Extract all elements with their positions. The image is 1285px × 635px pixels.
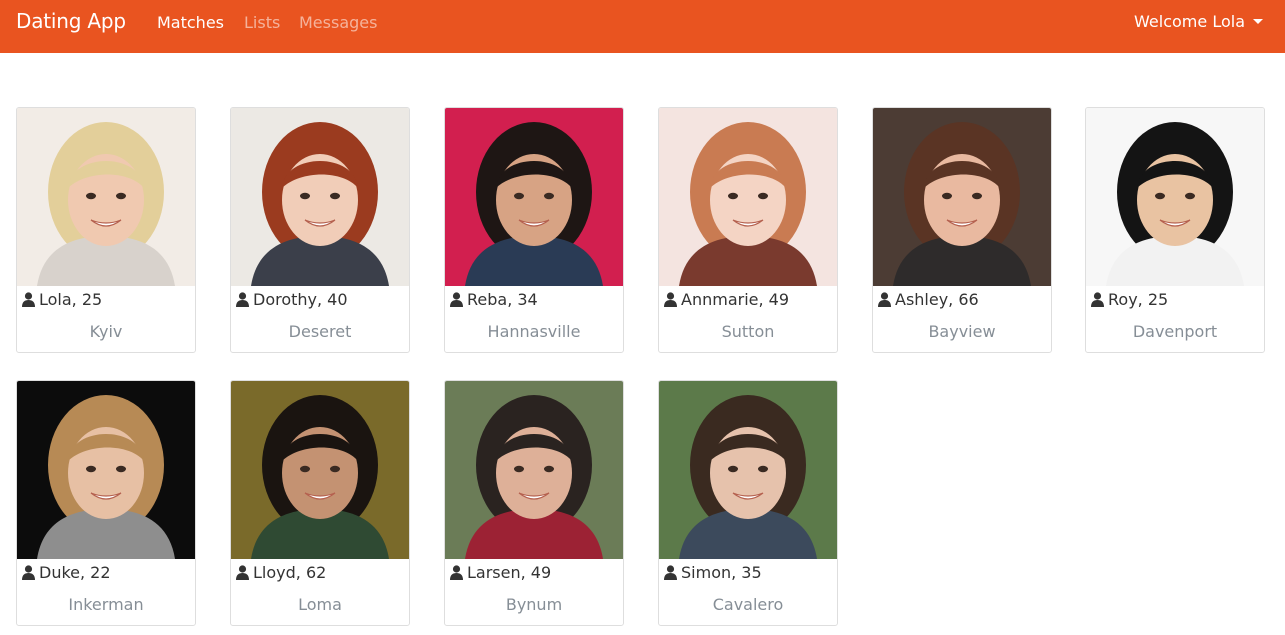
match-name-age: Ashley, 66 <box>878 290 979 309</box>
match-card[interactable]: Dorothy, 40 Deseret <box>230 107 410 353</box>
top-navbar: Dating App Matches Lists Messages Welcom… <box>0 0 1285 53</box>
match-card[interactable]: Reba, 34 Hannasville <box>444 107 624 353</box>
match-card[interactable]: Lola, 25 Kyiv <box>16 107 196 353</box>
match-name-age: Lloyd, 62 <box>236 563 326 582</box>
profile-photo[interactable] <box>231 108 409 286</box>
match-city: Deseret <box>288 322 352 341</box>
user-icon <box>664 292 677 307</box>
match-name-age: Dorothy, 40 <box>236 290 348 309</box>
user-icon <box>236 565 249 580</box>
nav-link-matches[interactable]: Matches <box>157 13 224 32</box>
match-name-age-text: Reba, 34 <box>467 290 538 309</box>
user-icon <box>878 292 891 307</box>
match-name-age: Duke, 22 <box>22 563 111 582</box>
user-icon <box>236 292 249 307</box>
match-card[interactable]: Roy, 25 Davenport <box>1085 107 1265 353</box>
profile-photo[interactable] <box>659 108 837 286</box>
match-card[interactable]: Larsen, 49 Bynum <box>444 380 624 626</box>
match-city: Kyiv <box>89 322 123 341</box>
match-card[interactable]: Duke, 22 Inkerman <box>16 380 196 626</box>
match-name-age: Annmarie, 49 <box>664 290 789 309</box>
user-menu-label: Welcome Lola <box>1134 12 1245 31</box>
profile-photo[interactable] <box>873 108 1051 286</box>
match-city: Bynum <box>505 595 563 614</box>
brand-link[interactable]: Dating App <box>16 9 126 33</box>
profile-photo[interactable] <box>445 108 623 286</box>
profile-photo[interactable] <box>1086 108 1264 286</box>
match-name-age-text: Roy, 25 <box>1108 290 1169 309</box>
user-icon <box>22 565 35 580</box>
match-city: Bayview <box>928 322 996 341</box>
match-card[interactable]: Annmarie, 49 Sutton <box>658 107 838 353</box>
match-name-age-text: Lloyd, 62 <box>253 563 327 582</box>
match-name-age-text: Ashley, 66 <box>895 290 979 309</box>
match-city: Inkerman <box>68 595 144 614</box>
user-icon <box>450 292 463 307</box>
nav-link-messages[interactable]: Messages <box>299 13 377 32</box>
match-city: Davenport <box>1132 322 1218 341</box>
match-name-age-text: Simon, 35 <box>681 563 762 582</box>
match-city: Hannasville <box>487 322 581 341</box>
match-name-age-text: Annmarie, 49 <box>681 290 790 309</box>
caret-down-icon <box>1253 19 1263 24</box>
match-name-age: Lola, 25 <box>22 290 102 309</box>
match-name-age: Roy, 25 <box>1091 290 1168 309</box>
user-icon <box>450 565 463 580</box>
match-city: Loma <box>298 595 342 614</box>
nav-link-lists[interactable]: Lists <box>244 13 280 32</box>
match-name-age-text: Larsen, 49 <box>467 563 552 582</box>
profile-photo[interactable] <box>231 381 409 559</box>
match-city: Cavalero <box>712 595 784 614</box>
user-menu-dropdown[interactable]: Welcome Lola <box>1134 12 1263 31</box>
profile-photo[interactable] <box>659 381 837 559</box>
match-name-age: Simon, 35 <box>664 563 762 582</box>
user-icon <box>1091 292 1104 307</box>
match-name-age: Larsen, 49 <box>450 563 551 582</box>
match-name-age-text: Lola, 25 <box>39 290 103 309</box>
profile-photo[interactable] <box>17 381 195 559</box>
match-city: Sutton <box>721 322 775 341</box>
profile-photo[interactable] <box>445 381 623 559</box>
match-card[interactable]: Simon, 35 Cavalero <box>658 380 838 626</box>
match-card[interactable]: Ashley, 66 Bayview <box>872 107 1052 353</box>
user-icon <box>664 565 677 580</box>
match-card[interactable]: Lloyd, 62 Loma <box>230 380 410 626</box>
profile-photo[interactable] <box>17 108 195 286</box>
match-name-age-text: Dorothy, 40 <box>253 290 348 309</box>
match-name-age-text: Duke, 22 <box>39 563 111 582</box>
match-name-age: Reba, 34 <box>450 290 538 309</box>
user-icon <box>22 292 35 307</box>
